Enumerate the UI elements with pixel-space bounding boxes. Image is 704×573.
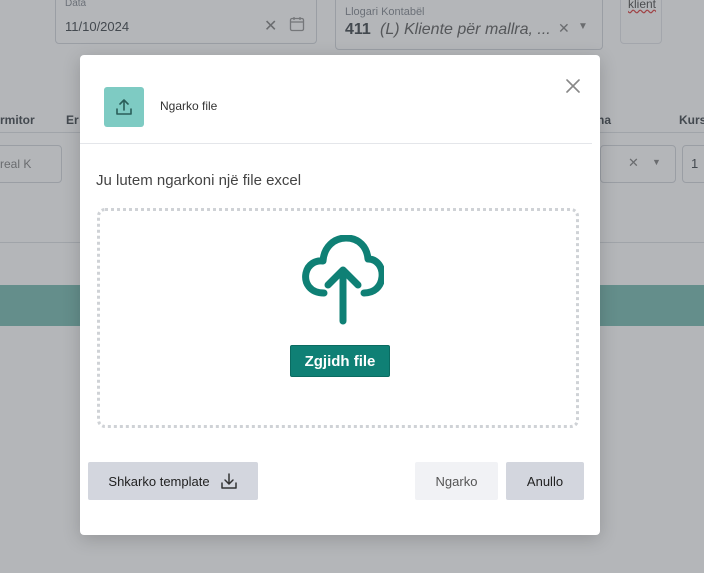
download-template-button[interactable]: Shkarko template	[88, 462, 258, 500]
upload-dialog: Ngarko file Ju lutem ngarkoni një file e…	[80, 55, 600, 535]
file-dropzone[interactable]: Zgjidh file	[97, 208, 579, 428]
close-button[interactable]	[564, 77, 582, 95]
cloud-upload-icon	[302, 235, 384, 325]
cancel-button[interactable]: Anullo	[506, 462, 584, 500]
upload-icon	[104, 87, 144, 127]
close-icon	[566, 79, 580, 93]
upload-button[interactable]: Ngarko	[415, 462, 498, 500]
download-template-label: Shkarko template	[108, 473, 210, 489]
dialog-title: Ngarko file	[160, 99, 218, 113]
download-icon	[220, 473, 237, 489]
choose-file-button[interactable]: Zgjidh file	[290, 345, 390, 377]
upload-instruction: Ju lutem ngarkoni një file excel	[96, 172, 302, 189]
dialog-divider	[80, 143, 592, 144]
